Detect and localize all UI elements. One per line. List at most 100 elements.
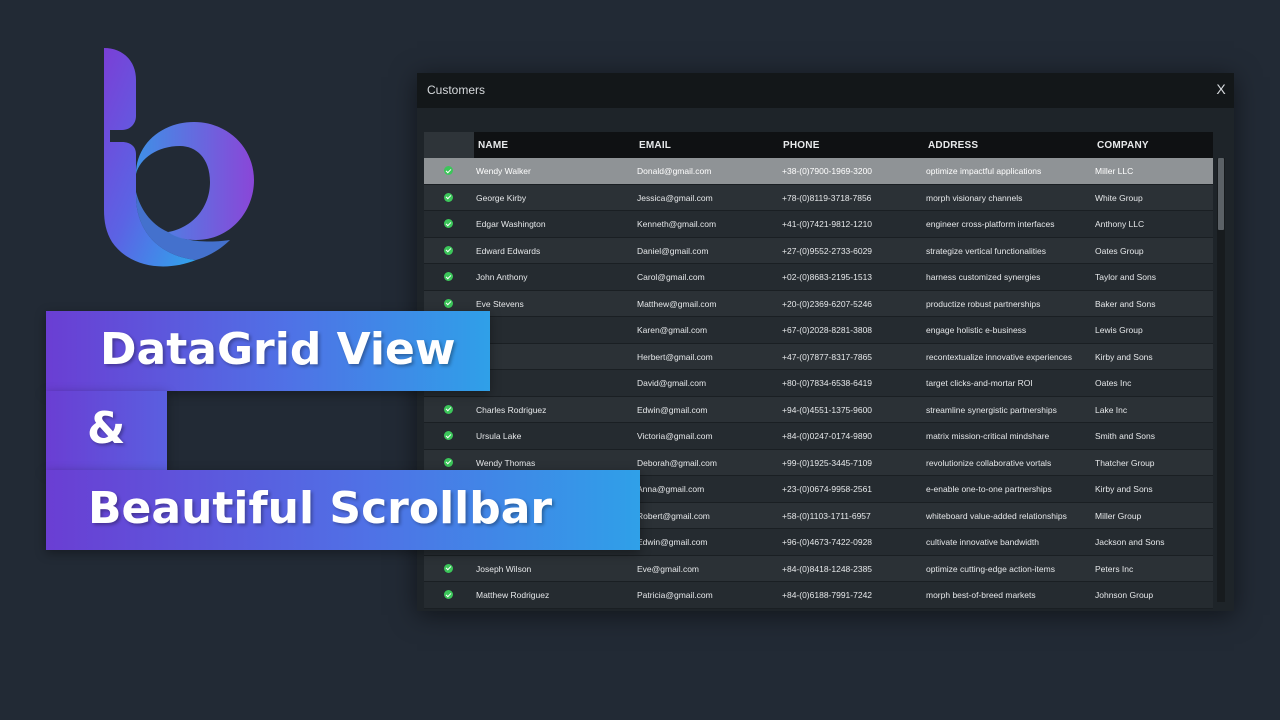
cell-phone[interactable]: +99-(0)1925-3445-7109	[782, 458, 872, 468]
table-row[interactable]: David@gmail.com +80-(0)7834-6538-6419 targ…	[424, 370, 1213, 397]
column-header-company[interactable]: COMPANY	[1097, 140, 1149, 151]
table-row[interactable]: Karen@gmail.com +67-(0)2028-8281-3808 enga…	[424, 317, 1213, 344]
cell-address[interactable]: productize robust partnerships	[926, 299, 1040, 309]
cell-email[interactable]: Deborah@gmail.com	[637, 458, 717, 468]
table-row[interactable]: Ursula Lake Victoria@gmail.com +84-(0)0247…	[424, 423, 1213, 450]
cell-email[interactable]: Karen@gmail.com	[637, 325, 707, 335]
cell-company[interactable]: Miller LLC	[1095, 166, 1133, 176]
cell-phone[interactable]: +78-(0)8119-3718-7856	[782, 193, 871, 203]
vertical-scrollbar[interactable]	[1217, 158, 1225, 602]
cell-phone[interactable]: +67-(0)2028-8281-3808	[782, 325, 872, 335]
table-row[interactable]: George Kirby Jessica@gmail.com +78-(0)8119…	[424, 184, 1213, 211]
cell-address[interactable]: recontextualize innovative experiences	[926, 352, 1072, 362]
cell-phone[interactable]: +20-(0)2369-6207-5246	[782, 299, 872, 309]
table-row[interactable]: Edgar Washington Kenneth@gmail.com +41-(0)…	[424, 211, 1213, 238]
cell-email[interactable]: Kenneth@gmail.com	[637, 219, 716, 229]
cell-name[interactable]: John Anthony	[476, 272, 528, 282]
cell-email[interactable]: Donald@gmail.com	[637, 166, 711, 176]
cell-company[interactable]: Anthony LLC	[1095, 219, 1144, 229]
cell-address[interactable]: cultivate innovative bandwidth	[926, 537, 1039, 547]
cell-name[interactable]: Edgar Washington	[476, 219, 546, 229]
cell-email[interactable]: Carol@gmail.com	[637, 272, 705, 282]
cell-company[interactable]: Lewis Group	[1095, 325, 1143, 335]
cell-phone[interactable]: +02-(0)8683-2195-1513	[782, 272, 872, 282]
table-row[interactable]: Herbert@gmail.com +47-(0)7877-8317-7865 re…	[424, 343, 1213, 370]
cell-email[interactable]: Patricia@gmail.com	[637, 590, 713, 600]
table-row[interactable]: Matthew Rodriguez Patricia@gmail.com +84-(…	[424, 582, 1213, 609]
cell-address[interactable]: streamline synergistic partnerships	[926, 405, 1057, 415]
column-header-name[interactable]: NAME	[478, 140, 508, 151]
cell-phone[interactable]: +47-(0)7877-8317-7865	[782, 352, 872, 362]
column-header-phone[interactable]: PHONE	[783, 140, 820, 151]
cell-company[interactable]: Kirby and Sons	[1095, 352, 1153, 362]
cell-name[interactable]: George Kirby	[476, 193, 526, 203]
cell-name[interactable]: Wendy Walker	[476, 166, 531, 176]
cell-phone[interactable]: +27-(0)9552-2733-6029	[782, 246, 872, 256]
cell-address[interactable]: revolutionize collaborative vortals	[926, 458, 1051, 468]
cell-company[interactable]: Smith and Sons	[1095, 431, 1155, 441]
table-row[interactable]: Eve Stevens Matthew@gmail.com +20-(0)2369-…	[424, 290, 1213, 317]
cell-phone[interactable]: +84-(0)8418-1248-2385	[782, 564, 872, 574]
cell-company[interactable]: Thatcher Group	[1095, 458, 1155, 468]
cell-phone[interactable]: +84-(0)6188-7991-7242	[782, 590, 872, 600]
cell-address[interactable]: whiteboard value-added relationships	[926, 511, 1067, 521]
cell-address[interactable]: strategize vertical functionalities	[926, 246, 1046, 256]
cell-phone[interactable]: +84-(0)0247-0174-9890	[782, 431, 872, 441]
cell-email[interactable]: Victoria@gmail.com	[637, 431, 713, 441]
cell-name[interactable]: Ursula Lake	[476, 431, 521, 441]
cell-company[interactable]: Taylor and Sons	[1095, 272, 1156, 282]
cell-name[interactable]: Wendy Thomas	[476, 458, 535, 468]
cell-phone[interactable]: +80-(0)7834-6538-6419	[782, 378, 872, 388]
cell-name[interactable]: Edward Edwards	[476, 246, 540, 256]
table-row[interactable]: John Anthony Carol@gmail.com +02-(0)8683-2…	[424, 264, 1213, 291]
scrollbar-thumb[interactable]	[1218, 158, 1224, 230]
close-button[interactable]: X	[1212, 80, 1230, 98]
cell-address[interactable]: morph best-of-breed markets	[926, 590, 1036, 600]
cell-name[interactable]: Matthew Rodriguez	[476, 590, 549, 600]
cell-email[interactable]: David@gmail.com	[637, 378, 706, 388]
cell-email[interactable]: Robert@gmail.com	[637, 511, 710, 521]
cell-address[interactable]: engage holistic e-business	[926, 325, 1026, 335]
cell-email[interactable]: Daniel@gmail.com	[637, 246, 708, 256]
cell-company[interactable]: Kirby and Sons	[1095, 484, 1153, 494]
cell-phone[interactable]: +58-(0)1103-1711-6957	[782, 511, 871, 521]
cell-address[interactable]: optimize cutting-edge action-items	[926, 564, 1055, 574]
table-row[interactable]: Edward Edwards Daniel@gmail.com +27-(0)955…	[424, 237, 1213, 264]
table-row[interactable]: Wendy Walker Donald@gmail.com +38-(0)7900-…	[424, 158, 1213, 185]
cell-email[interactable]: Jessica@gmail.com	[637, 193, 713, 203]
table-row[interactable]: Joseph Wilson Eve@gmail.com +84-(0)8418-12…	[424, 555, 1213, 582]
cell-company[interactable]: Miller Group	[1095, 511, 1141, 521]
cell-company[interactable]: Baker and Sons	[1095, 299, 1155, 309]
cell-company[interactable]: Jackson and Sons	[1095, 537, 1164, 547]
cell-company[interactable]: Peters Inc	[1095, 564, 1133, 574]
cell-address[interactable]: matrix mission-critical mindshare	[926, 431, 1049, 441]
cell-phone[interactable]: +94-(0)4551-1375-9600	[782, 405, 872, 415]
cell-address[interactable]: harness customized synergies	[926, 272, 1040, 282]
cell-name[interactable]: Charles Rodriguez	[476, 405, 546, 415]
cell-email[interactable]: Eve@gmail.com	[637, 564, 699, 574]
cell-phone[interactable]: +38-(0)7900-1969-3200	[782, 166, 872, 176]
cell-name[interactable]: Eve Stevens	[476, 299, 524, 309]
cell-email[interactable]: Matthew@gmail.com	[637, 299, 716, 309]
cell-company[interactable]: Lake Inc	[1095, 405, 1127, 415]
cell-email[interactable]: Edwin@gmail.com	[637, 537, 708, 547]
cell-address[interactable]: target clicks-and-mortar ROI	[926, 378, 1033, 388]
cell-name[interactable]: Joseph Wilson	[476, 564, 531, 574]
cell-address[interactable]: optimize impactful applications	[926, 166, 1041, 176]
column-header-email[interactable]: EMAIL	[639, 140, 671, 151]
cell-address[interactable]: e-enable one-to-one partnerships	[926, 484, 1052, 494]
cell-company[interactable]: Johnson Group	[1095, 590, 1153, 600]
cell-company[interactable]: White Group	[1095, 193, 1143, 203]
cell-company[interactable]: Oates Inc	[1095, 378, 1131, 388]
column-header-address[interactable]: ADDRESS	[928, 140, 978, 151]
header-row-selector[interactable]	[424, 132, 474, 158]
cell-phone[interactable]: +96-(0)4673-7422-0928	[782, 537, 872, 547]
cell-email[interactable]: Anna@gmail.com	[637, 484, 704, 494]
cell-email[interactable]: Edwin@gmail.com	[637, 405, 708, 415]
cell-phone[interactable]: +23-(0)0674-9958-2561	[782, 484, 872, 494]
cell-address[interactable]: morph visionary channels	[926, 193, 1022, 203]
cell-email[interactable]: Herbert@gmail.com	[637, 352, 713, 362]
cell-phone[interactable]: +41-(0)7421-9812-1210	[782, 219, 872, 229]
cell-company[interactable]: Oates Group	[1095, 246, 1144, 256]
cell-address[interactable]: engineer cross-platform interfaces	[926, 219, 1055, 229]
